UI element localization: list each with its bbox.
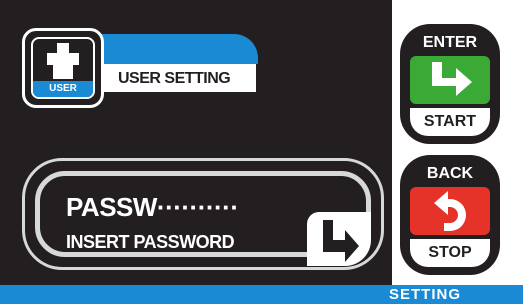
user-setting-title-bar: USER SETTING — [92, 34, 258, 96]
back-face — [410, 187, 490, 235]
enter-face — [410, 56, 490, 104]
back-arrow-icon — [434, 191, 466, 231]
password-field[interactable]: PASSW·········· INSERT PASSWORD — [22, 158, 384, 270]
side-panel: ENTER START BACK STOP — [392, 0, 523, 285]
password-title: PASSW·········· — [66, 192, 239, 222]
title-bar-accent — [92, 34, 258, 64]
password-submit-button[interactable] — [307, 212, 371, 266]
password-field-frame: PASSW·········· INSERT PASSWORD — [35, 171, 371, 266]
password-hint: INSERT PASSWORD — [66, 232, 235, 252]
enter-start-button[interactable]: ENTER START — [400, 24, 500, 144]
stop-label: STOP — [410, 239, 490, 267]
footer-bar: SETTING — [0, 285, 523, 304]
back-label: BACK — [426, 165, 474, 182]
enter-arrow-icon — [323, 220, 359, 262]
user-label: USER — [33, 81, 93, 97]
person-icon — [47, 43, 79, 79]
enter-label: ENTER — [422, 34, 478, 51]
user-icon-button[interactable]: USER — [22, 28, 104, 108]
user-icon-frame: USER — [31, 37, 95, 99]
footer-title: SETTING — [388, 286, 461, 303]
enter-arrow-icon — [432, 62, 472, 96]
main-screen: USER SETTING USER PASSW·········· INSERT… — [0, 0, 392, 285]
user-setting-card[interactable]: USER SETTING USER — [22, 28, 260, 110]
back-stop-button[interactable]: BACK STOP — [400, 155, 500, 275]
start-label: START — [410, 108, 490, 136]
user-setting-title: USER SETTING — [118, 70, 231, 87]
